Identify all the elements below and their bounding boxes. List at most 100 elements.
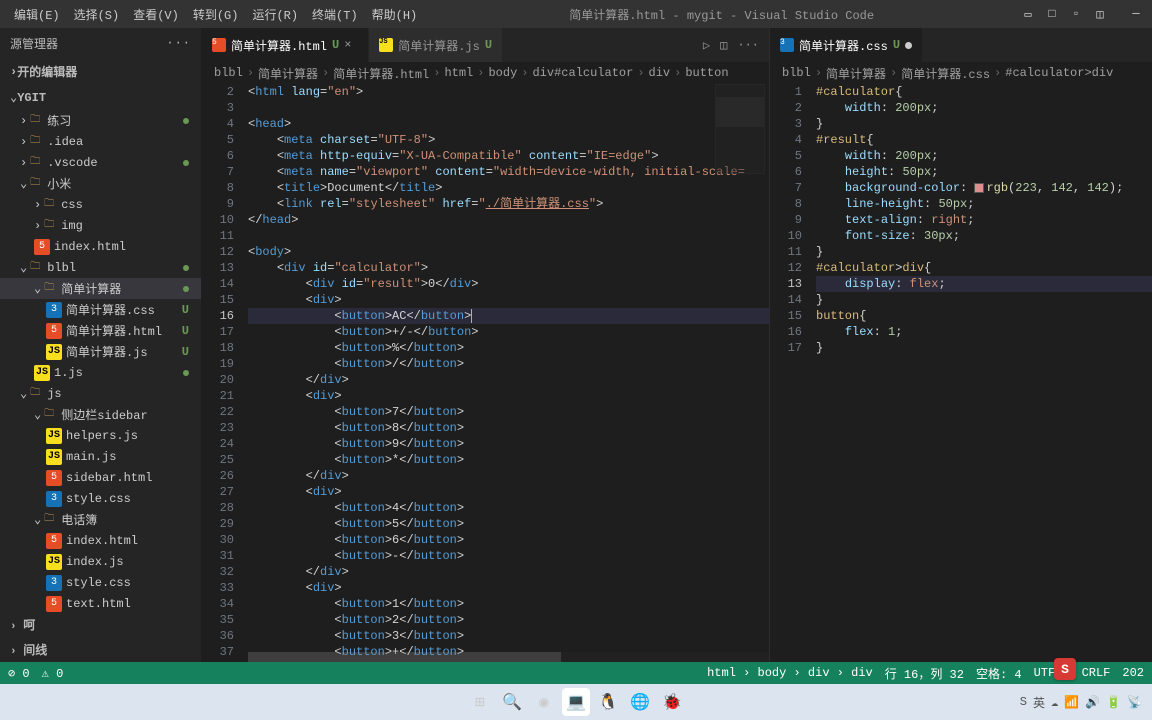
run-icon[interactable]: ▷ — [703, 38, 710, 53]
breadcrumb-item[interactable]: blbl — [782, 66, 811, 80]
breadcrumb-item[interactable]: 简单计算器 — [826, 65, 886, 82]
status-spaces[interactable]: 空格: 4 — [976, 665, 1022, 682]
breadcrumb-item[interactable]: 简单计算器 — [258, 65, 318, 82]
breadcrumb-item[interactable]: body — [488, 66, 517, 80]
layout-icon[interactable]: □ — [1044, 6, 1060, 22]
file-item[interactable]: JSindex.js — [0, 551, 201, 572]
file-item[interactable]: 5sidebar.html — [0, 467, 201, 488]
taskbar-app-icon[interactable]: 🔍 — [498, 688, 526, 716]
file-item[interactable]: JSmain.js — [0, 446, 201, 467]
tray-icon[interactable]: 英 — [1033, 694, 1045, 711]
breadcrumb[interactable]: blbl›简单计算器›简单计算器.css›#calculator>div — [770, 62, 1152, 84]
status-warnings[interactable]: ⚠ 0 — [42, 666, 64, 681]
minimize-icon[interactable]: ─ — [1128, 6, 1144, 22]
breadcrumb-item[interactable]: div#calculator — [532, 66, 633, 80]
status-errors[interactable]: ⊘ 0 — [8, 666, 30, 681]
file-item[interactable]: JS1.js — [0, 362, 201, 383]
folder-item[interactable]: ⌄🗀侧边栏sidebar — [0, 404, 201, 425]
editor-tab[interactable]: JS简单计算器.js U — [369, 28, 503, 62]
layout-icon[interactable]: ▫ — [1068, 6, 1084, 22]
taskbar-app-icon[interactable]: 🌐 — [626, 688, 654, 716]
file-icon: 5 — [46, 470, 62, 486]
file-item[interactable]: 5index.html — [0, 530, 201, 551]
breadcrumb-item[interactable]: blbl — [214, 66, 243, 80]
folder-item[interactable]: ⌄🗀电话簿 — [0, 509, 201, 530]
file-icon: 5 — [46, 533, 62, 549]
breadcrumb-item[interactable]: html — [444, 66, 473, 80]
git-badge: U — [182, 345, 193, 359]
menu-item[interactable]: 转到(G) — [187, 4, 245, 25]
minimap[interactable] — [715, 84, 765, 174]
modified-dot-icon — [905, 42, 912, 49]
menu-item[interactable]: 帮助(H) — [366, 4, 424, 25]
status-position[interactable]: 行 16，列 32 — [885, 665, 964, 682]
scrollbar-horizontal[interactable] — [248, 652, 769, 662]
layout-icon[interactable]: ▭ — [1020, 6, 1036, 22]
file-item[interactable]: 3简单计算器.cssU — [0, 299, 201, 320]
file-item[interactable]: 5text.html — [0, 593, 201, 612]
editor-tab[interactable]: 5简单计算器.html U× — [202, 28, 369, 62]
folder-item[interactable]: ⌄🗀简单计算器 — [0, 278, 201, 299]
breadcrumb-item[interactable]: 简单计算器.html — [333, 65, 429, 82]
editor-tab[interactable]: 3简单计算器.css U — [770, 28, 923, 62]
menu-item[interactable]: 运行(R) — [246, 4, 304, 25]
folder-item[interactable]: ›🗀练习 — [0, 110, 201, 131]
menu-item[interactable]: 编辑(E) — [8, 4, 66, 25]
folder-item[interactable]: ›🗀img — [0, 215, 201, 236]
taskbar-app-icon[interactable]: 🐞 — [658, 688, 686, 716]
taskbar-app-icon[interactable]: 🐧 — [594, 688, 622, 716]
file-icon: JS — [46, 344, 62, 360]
window-title: 简单计算器.html - mygit - Visual Studio Code — [423, 6, 1020, 23]
code-editor[interactable]: 1234567891011121314151617 #calculator{ w… — [770, 84, 1152, 662]
folder-item[interactable]: ›🗀.idea — [0, 131, 201, 152]
folder-item[interactable]: ›🗀.vscode — [0, 152, 201, 173]
ime-badge[interactable]: S — [1054, 658, 1076, 680]
breadcrumb-item[interactable]: button — [685, 66, 728, 80]
breadcrumb-item[interactable]: div — [649, 66, 671, 80]
tab-bar: 3简单计算器.css U — [770, 28, 1152, 62]
folder-item[interactable]: ⌄🗀小米 — [0, 173, 201, 194]
layout-split-icon[interactable]: ◫ — [1092, 6, 1108, 22]
taskbar-app-icon[interactable]: ⊞ — [466, 688, 494, 716]
file-item[interactable]: 5index.html — [0, 236, 201, 257]
breadcrumb-item[interactable]: #calculator>div — [1005, 66, 1113, 80]
menu-item[interactable]: 查看(V) — [127, 4, 185, 25]
folder-item[interactable]: ›🗀css — [0, 194, 201, 215]
menu-item[interactable]: 选择(S) — [68, 4, 126, 25]
status-path[interactable]: html › body › div › div — [707, 666, 873, 680]
breadcrumb-item[interactable]: 简单计算器.css — [901, 65, 990, 82]
menu-item[interactable]: 终端(T) — [306, 4, 364, 25]
tray-icon[interactable]: 🔊 — [1085, 695, 1100, 710]
folder-item[interactable]: ⌄🗀js — [0, 383, 201, 404]
taskbar-app-icon[interactable]: ◉ — [530, 688, 558, 716]
file-item[interactable]: JS简单计算器.jsU — [0, 341, 201, 362]
modified-dot — [183, 286, 189, 292]
tray-icon[interactable]: 📶 — [1064, 695, 1079, 710]
file-item[interactable]: JShelpers.js — [0, 425, 201, 446]
item-label: css — [61, 198, 193, 212]
tray-icon[interactable]: 🔋 — [1106, 695, 1121, 710]
folder-item[interactable]: ⌄🗀blbl — [0, 257, 201, 278]
item-label: helpers.js — [66, 429, 193, 443]
timeline-section[interactable]: › 间线 — [0, 637, 201, 662]
outline-section[interactable]: › 呵 — [0, 612, 201, 637]
tray-icon[interactable]: ☁ — [1051, 695, 1058, 710]
root-folder[interactable]: ⌄ YGIT — [0, 87, 201, 108]
tray-icon[interactable]: 📡 — [1127, 695, 1142, 710]
more-icon[interactable]: ··· — [737, 38, 759, 52]
open-editors-section[interactable]: › 开的编辑器 — [0, 60, 201, 83]
file-item[interactable]: 3style.css — [0, 488, 201, 509]
item-label: index.html — [54, 240, 193, 254]
more-icon[interactable]: ··· — [166, 36, 191, 50]
close-icon[interactable]: × — [344, 38, 358, 52]
code-editor[interactable]: 2345678910111213141516171819202122232425… — [202, 84, 769, 662]
file-item[interactable]: 3style.css — [0, 572, 201, 593]
item-label: 简单计算器.html — [66, 322, 182, 339]
split-icon[interactable]: ◫ — [720, 38, 727, 53]
taskbar-app-icon[interactable]: 💻 — [562, 688, 590, 716]
breadcrumb[interactable]: blbl›简单计算器›简单计算器.html›html›body›div#calc… — [202, 62, 769, 84]
tray-icon[interactable]: S — [1020, 695, 1027, 709]
file-item[interactable]: 5简单计算器.htmlU — [0, 320, 201, 341]
status-eol[interactable]: CRLF — [1082, 666, 1111, 680]
sidebar-title: 源管理器 — [10, 35, 58, 52]
